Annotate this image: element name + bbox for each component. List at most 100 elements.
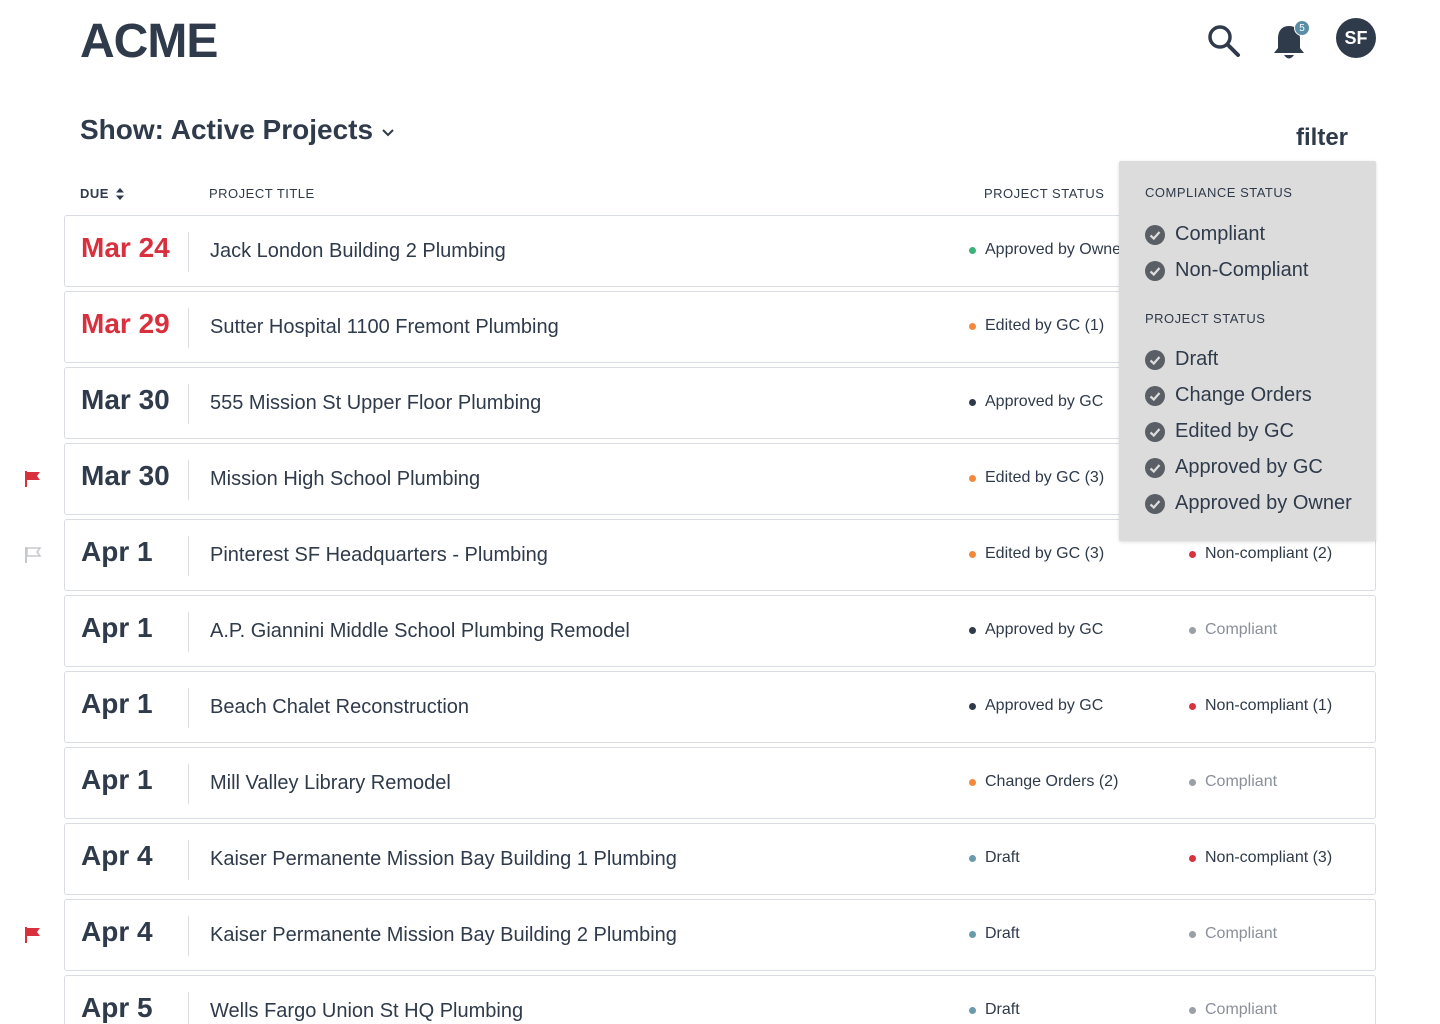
compliance-dot-icon — [1189, 626, 1196, 634]
project-status: Edited by GC (3) — [969, 545, 1104, 563]
row-divider — [188, 764, 189, 804]
due-header-label: DUE — [80, 186, 109, 201]
compliance-dot-icon — [1189, 778, 1196, 786]
filter-option[interactable]: Draft — [1145, 348, 1218, 371]
project-title[interactable]: 555 Mission St Upper Floor Plumbing — [210, 392, 541, 415]
project-status: Draft — [969, 849, 1020, 867]
filter-option[interactable]: Non-Compliant — [1145, 259, 1308, 282]
project-row[interactable]: Apr 4 Kaiser Permanente Mission Bay Build… — [64, 823, 1376, 895]
check-circle-icon — [1145, 224, 1165, 245]
row-divider — [188, 308, 189, 348]
acme-logo: ACME — [80, 15, 218, 68]
status-dot-icon — [969, 322, 976, 330]
project-title[interactable]: Mill Valley Library Remodel — [210, 772, 451, 795]
project-title[interactable]: Wells Fargo Union St HQ Plumbing — [210, 1000, 523, 1023]
compliance-status-label: Compliant — [1205, 925, 1278, 942]
project-row[interactable]: Apr 4 Kaiser Permanente Mission Bay Build… — [64, 899, 1376, 971]
project-status-label: Edited by GC (1) — [985, 317, 1105, 334]
project-status-label: Approved by GC — [985, 621, 1104, 638]
check-circle-icon — [1145, 493, 1165, 514]
filter-option-label: Non-Compliant — [1175, 259, 1309, 281]
row-divider — [188, 612, 189, 652]
project-status: Approved by GC — [969, 393, 1103, 411]
filter-option-label: Approved by Owner — [1175, 492, 1352, 514]
project-status: Approved by GC — [969, 697, 1103, 715]
project-status-label: Draft — [985, 849, 1020, 866]
project-status-label: Edited by GC (3) — [985, 469, 1105, 486]
row-divider — [188, 232, 189, 272]
due-date: Mar 30 — [81, 384, 170, 415]
project-row[interactable]: Apr 1 Beach Chalet Reconstruction Approved… — [64, 671, 1376, 743]
status-dot-icon — [969, 854, 976, 862]
due-date: Apr 1 — [81, 612, 153, 643]
search-icon[interactable] — [1207, 24, 1241, 58]
project-title-column-header: PROJECT TITLE — [209, 186, 315, 201]
notification-badge: 5 — [1294, 20, 1310, 36]
project-status: Approved by GC — [969, 621, 1103, 639]
check-circle-icon — [1145, 457, 1165, 478]
show-projects-dropdown[interactable]: Show: Active Projects — [80, 114, 395, 146]
project-title[interactable]: Kaiser Permanente Mission Bay Building 1… — [210, 848, 677, 871]
avatar[interactable]: SF — [1336, 18, 1376, 58]
due-date: Apr 1 — [81, 764, 153, 795]
filter-option[interactable]: Change Orders — [1145, 384, 1312, 407]
project-title[interactable]: Beach Chalet Reconstruction — [210, 696, 469, 719]
compliance-dot-icon — [1189, 854, 1196, 862]
due-date: Mar 29 — [81, 308, 170, 339]
project-title[interactable]: Jack London Building 2 Plumbing — [210, 240, 506, 263]
filter-option[interactable]: Edited by GC — [1145, 420, 1294, 443]
row-divider — [188, 992, 189, 1024]
check-circle-icon — [1145, 349, 1165, 370]
project-row[interactable]: Apr 1 Mill Valley Library Remodel Change O… — [64, 747, 1376, 819]
flag-filled-icon[interactable] — [24, 926, 42, 944]
sort-icon — [115, 187, 124, 200]
project-title[interactable]: Mission High School Plumbing — [210, 468, 480, 491]
project-status-column-header: PROJECT STATUS — [984, 186, 1105, 201]
filter-option-label: Compliant — [1175, 223, 1266, 245]
project-row[interactable]: Apr 1 A.P. Giannini Middle School Plumbin… — [64, 595, 1376, 667]
project-status-label: Draft — [985, 1001, 1020, 1018]
due-date: Apr 1 — [81, 536, 153, 567]
status-dot-icon — [969, 778, 976, 786]
status-dot-icon — [969, 626, 976, 634]
filter-toggle[interactable]: filter — [1296, 124, 1348, 152]
status-dot-icon — [969, 930, 976, 938]
filter-panel: COMPLIANCE STATUS Compliant Non-Compliant… — [1119, 161, 1376, 541]
compliance-dot-icon — [1189, 550, 1196, 558]
due-column-header[interactable]: DUE — [80, 186, 125, 201]
project-status-label: Approved by GC — [985, 697, 1104, 714]
row-divider — [188, 916, 189, 956]
compliance-status: Compliant — [1189, 773, 1277, 791]
project-status-label: Approved by GC — [985, 393, 1104, 410]
compliance-status-label: Compliant — [1205, 621, 1278, 638]
compliance-status-label: Non-compliant (1) — [1205, 697, 1333, 714]
status-dot-icon — [969, 702, 976, 710]
filter-option[interactable]: Approved by Owner — [1145, 492, 1352, 515]
row-divider — [188, 688, 189, 728]
flag-filled-icon[interactable] — [24, 470, 42, 488]
project-title[interactable]: Pinterest SF Headquarters - Plumbing — [210, 544, 548, 567]
due-date: Apr 1 — [81, 688, 153, 719]
status-dot-icon — [969, 398, 976, 406]
project-title[interactable]: A.P. Giannini Middle School Plumbing Rem… — [210, 620, 630, 643]
filter-option[interactable]: Approved by GC — [1145, 456, 1323, 479]
flag-outline-icon[interactable] — [24, 546, 42, 564]
check-circle-icon — [1145, 385, 1165, 406]
row-divider — [188, 460, 189, 500]
show-projects-label: Show: Active Projects — [80, 114, 374, 145]
filter-option-label: Approved by GC — [1175, 456, 1323, 478]
filter-option[interactable]: Compliant — [1145, 223, 1265, 246]
compliance-dot-icon — [1189, 702, 1196, 710]
project-status-label: Approved by Owner — [985, 241, 1127, 258]
check-circle-icon — [1145, 260, 1165, 281]
project-row[interactable]: Apr 5 Wells Fargo Union St HQ Plumbing Dra… — [64, 975, 1376, 1024]
filter-option-label: Change Orders — [1175, 384, 1312, 406]
due-date: Apr 4 — [81, 916, 153, 947]
project-status: Draft — [969, 1001, 1020, 1019]
due-date: Mar 30 — [81, 460, 170, 491]
project-title[interactable]: Kaiser Permanente Mission Bay Building 2… — [210, 924, 677, 947]
chevron-down-icon — [382, 129, 394, 137]
project-status: Edited by GC (1) — [969, 317, 1104, 335]
project-title[interactable]: Sutter Hospital 1100 Fremont Plumbing — [210, 316, 559, 339]
status-dot-icon — [969, 1006, 976, 1014]
